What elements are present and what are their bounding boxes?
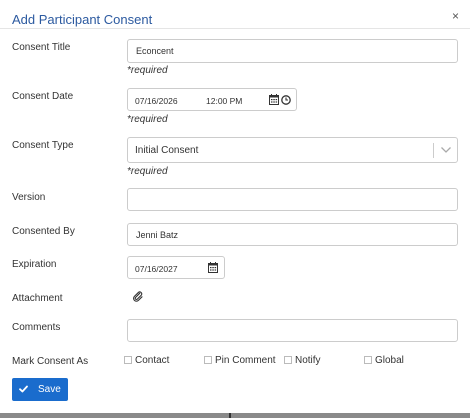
consent-type-required: *required	[127, 166, 168, 177]
consent-title-value: Econcent	[136, 46, 174, 56]
consent-date-label: Consent Date	[12, 91, 74, 102]
comments-input[interactable]	[127, 319, 458, 342]
calendar-icon[interactable]	[208, 262, 218, 273]
consent-time-value: 12:00 PM	[206, 96, 243, 106]
clock-icon[interactable]	[281, 95, 291, 105]
checkbox-box[interactable]	[204, 356, 212, 364]
checkmark-icon	[19, 385, 28, 393]
contact-checkbox-label: Contact	[135, 355, 170, 366]
select-divider	[433, 143, 434, 158]
calendar-icon[interactable]	[269, 94, 279, 105]
checkbox-box[interactable]	[284, 356, 292, 364]
version-label: Version	[12, 192, 46, 203]
close-icon[interactable]: ×	[452, 9, 459, 23]
save-button-label: Save	[38, 384, 61, 395]
consent-date-required: *required	[127, 114, 168, 125]
chevron-down-icon[interactable]	[440, 146, 452, 154]
consent-date-picker[interactable]: 07/16/2026 12:00 PM	[127, 88, 297, 111]
expiration-date-picker[interactable]: 07/16/2027	[127, 256, 225, 279]
notify-checkbox-label: Notify	[295, 355, 321, 366]
window-bottom-bar	[0, 413, 470, 418]
save-button[interactable]: Save	[12, 378, 68, 401]
consented-by-value: Jenni Batz	[136, 230, 179, 240]
paperclip-icon[interactable]	[133, 291, 143, 302]
consent-title-required: *required	[127, 65, 168, 76]
expiration-label: Expiration	[12, 259, 57, 270]
consented-by-label: Consented By	[12, 226, 75, 237]
mark-consent-label: Mark Consent As	[12, 356, 89, 367]
add-consent-modal: Add Participant Consent × Consent Title …	[0, 0, 470, 418]
version-input[interactable]	[127, 188, 458, 211]
attachment-label: Attachment	[12, 293, 63, 304]
modal-header: Add Participant Consent ×	[0, 0, 470, 29]
consented-by-input[interactable]: Jenni Batz	[127, 223, 458, 246]
bottom-bar-marker	[229, 413, 231, 418]
modal-title: Add Participant Consent	[12, 12, 153, 27]
checkbox-box[interactable]	[124, 356, 132, 364]
comments-label: Comments	[12, 322, 61, 333]
global-checkbox-label: Global	[375, 355, 404, 366]
consent-date-value: 07/16/2026	[135, 96, 178, 106]
pin-comment-checkbox-label: Pin Comment	[215, 355, 276, 366]
consent-title-input[interactable]: Econcent	[127, 39, 458, 63]
consent-type-select[interactable]: Initial Consent	[127, 137, 458, 163]
consent-title-label: Consent Title	[12, 42, 71, 53]
expiration-date-value: 07/16/2027	[135, 264, 178, 274]
consent-type-label: Consent Type	[12, 140, 74, 151]
consent-type-value: Initial Consent	[135, 145, 199, 156]
checkbox-box[interactable]	[364, 356, 372, 364]
